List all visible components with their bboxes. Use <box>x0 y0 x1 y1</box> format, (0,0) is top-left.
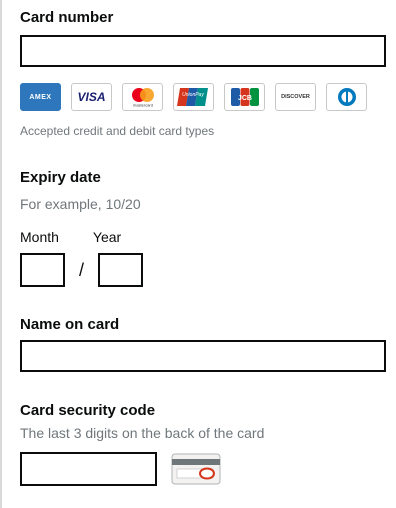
card-number-input[interactable] <box>20 35 386 67</box>
visa-logo: VISA <box>71 83 112 111</box>
payment-form-page: { "card_number": { "label": "Card number… <box>0 0 396 508</box>
security-code-input[interactable] <box>20 452 157 486</box>
diners-club-logo <box>326 83 367 111</box>
svg-text:UnionPay: UnionPay <box>182 92 204 98</box>
jcb-logo: JCB <box>224 83 265 111</box>
mastercard-circles-icon: mastercard <box>131 88 154 108</box>
expiry-separator: / <box>79 259 85 280</box>
expiry-date-label: Expiry date <box>20 169 101 186</box>
left-border-rule <box>0 0 2 508</box>
card-number-label-text: Card number <box>20 9 114 26</box>
diners-club-icon <box>337 88 356 106</box>
expiry-year-input[interactable] <box>98 253 144 287</box>
expiry-month-input[interactable] <box>20 253 65 287</box>
unionpay-mark-icon: UnionPay <box>176 88 208 106</box>
security-code-hint: The last 3 digits on the back of the car… <box>20 425 265 441</box>
month-label: Month <box>20 229 59 245</box>
amex-logo: AMEX <box>20 83 61 111</box>
accepted-card-logos: AMEX VISA mastercard UnionPay JCB DISCOV… <box>20 83 367 111</box>
svg-text:JCB: JCB <box>237 95 251 102</box>
security-code-label: Card security code <box>20 402 156 419</box>
mastercard-logo: mastercard <box>122 83 163 111</box>
card-back-cvc-icon <box>171 453 221 485</box>
jcb-mark-icon: JCB <box>230 88 259 106</box>
name-on-card-label: Name on card <box>20 316 120 333</box>
discover-logo: DISCOVER <box>275 83 316 111</box>
svg-text:mastercard: mastercard <box>132 103 152 108</box>
expiry-date-inputs: Month Year / <box>20 229 144 287</box>
accepted-cards-hint: Accepted credit and debit card types <box>20 124 215 138</box>
expiry-date-fields: / <box>20 253 144 287</box>
card-number-label: Card number <box>20 9 113 27</box>
expiry-date-hint: For example, 10/20 <box>20 196 141 212</box>
expiry-date-labels: Month Year <box>20 229 143 245</box>
year-label: Year <box>92 229 122 245</box>
unionpay-logo: UnionPay <box>173 83 214 111</box>
security-code-row <box>20 452 221 486</box>
name-on-card-input[interactable] <box>20 340 386 372</box>
